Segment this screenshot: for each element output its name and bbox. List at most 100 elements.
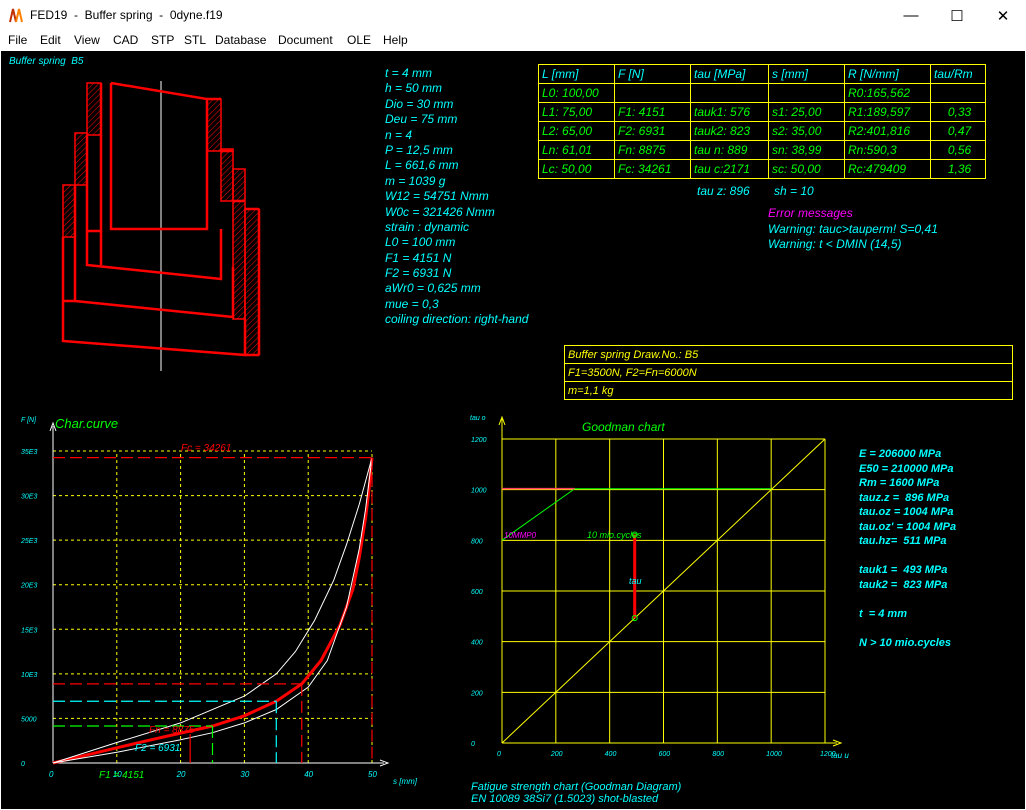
menu-bar: File Edit View CAD STP STL Database Docu… [0, 31, 1026, 51]
table-cell: Lc: 50,00 [538, 159, 615, 179]
tau-point-label: tau [629, 576, 642, 586]
y-tick-label: 1000 [471, 488, 487, 495]
mat-rm: Rm = 1600 MPa [859, 477, 940, 489]
table-cell: 1,36 [930, 159, 986, 179]
drawing-info-box: Buffer spring Draw.No.: B5 F1=3500N, F2=… [564, 345, 1013, 400]
spring-disc [232, 168, 246, 320]
menu-file[interactable]: File [8, 33, 27, 47]
maximize-button[interactable]: ☐ [934, 0, 980, 31]
mat-cycles: N > 10 mio.cycles [859, 636, 952, 649]
menu-view[interactable]: View [74, 33, 100, 47]
menu-document[interactable]: Document [278, 33, 333, 47]
header-cell: tau/Rm [930, 64, 986, 84]
table-cell [768, 83, 845, 103]
x-tick-label: 600 [659, 751, 671, 758]
table-cell: L0: 100,00 [538, 83, 615, 103]
material-list: E = 206000 MPa E50 = 210000 MPa Rm = 160… [859, 447, 956, 650]
header-cell: R [N/mm] [844, 64, 931, 84]
y-tick-label: 25E3 [20, 538, 37, 545]
header-cell: s [mm] [768, 64, 845, 84]
close-button[interactable]: ✕ [980, 0, 1026, 31]
curve-series [52, 457, 373, 764]
results-table: L [mm] F [N] tau [MPa] s [mm] R [N/mm] t… [538, 64, 986, 179]
mat-tauoz2: tau.oz' = 1004 MPa [859, 520, 957, 533]
mat-tauoz: tau.oz = 1004 MPa [859, 506, 954, 518]
drawing-forces: F1=3500N, F2=Fn=6000N [564, 363, 1013, 382]
spring-disc [74, 132, 88, 186]
x-tick-label: 200 [550, 751, 563, 758]
x-tick-label: 0 [49, 770, 54, 779]
y-tick-label: 15E3 [21, 627, 37, 634]
table-cell: R2:401,816 [844, 121, 931, 141]
param-w0c: W0c = 321426 Nmm [385, 204, 495, 219]
param-m: m = 1039 g [385, 173, 446, 188]
table-cell: Fc: 34261 [614, 159, 691, 179]
curve-series [52, 457, 373, 764]
parameter-list: t = 4 mm h = 50 mm Dio = 30 mm Deu = 75 … [385, 66, 528, 328]
y-tick-label: 400 [471, 640, 483, 647]
mat-e: E = 206000 MPa [859, 448, 942, 460]
characteristic-curve-chart: 0 10 20 30 40 500500010E315E320E325E330E335E3… [20, 416, 418, 786]
menu-help[interactable]: Help [383, 33, 408, 47]
table-row: m=1,1 kg [564, 381, 1013, 400]
table-cell: F1: 4151 [614, 102, 691, 122]
fn-label: Fn = 8875 [149, 725, 195, 736]
y-tick-label: 0 [471, 741, 475, 748]
y-tick-label: 5000 [21, 716, 37, 723]
table-cell: 0,56 [930, 140, 986, 160]
error-line: Warning: t < DMIN (14,5) [768, 237, 902, 251]
table-cell: R1:189,597 [844, 102, 931, 122]
y-tick-label: 10E3 [21, 672, 37, 679]
table-cell: tauk2: 823 [690, 121, 769, 141]
y-tick-label: 800 [471, 538, 483, 545]
minimize-button[interactable]: — [888, 0, 934, 31]
limit-label: 10MMP0 [504, 531, 537, 540]
spring-cross-section [61, 81, 261, 371]
menu-stp[interactable]: STP [151, 33, 174, 47]
maximize-icon: ☐ [950, 7, 964, 25]
table-row: L0: 100,00 R0:165,562 [538, 83, 986, 103]
table-cell: Ln: 61,01 [538, 140, 615, 160]
y-tick-label: 30E3 [21, 494, 37, 501]
table-cell: L2: 65,00 [538, 121, 615, 141]
goodman-x-unit: tau u [MPa] [831, 751, 851, 760]
menu-database[interactable]: Database [215, 33, 266, 47]
menu-edit[interactable]: Edit [40, 33, 61, 47]
x-tick-label: 20 [176, 770, 186, 779]
mat-tauk2: tauk2 = 823 MPa [859, 578, 948, 591]
cycles-label: 10 mio.cycles [587, 530, 642, 540]
mat-spacer [859, 549, 956, 564]
x-tick-label: 1000 [766, 751, 782, 758]
spring-disc [220, 148, 234, 202]
spring-disc [62, 184, 76, 238]
footer-line-1: Fatigue strength chart (Goodman Diagram) [471, 781, 682, 793]
param-f1: F1 = 4151 N [385, 250, 452, 265]
tau-z-value: tau z: 896 [697, 184, 750, 198]
table-cell: L1: 75,00 [538, 102, 615, 122]
table-cell: s2: 35,00 [768, 121, 845, 141]
drawing-canvas[interactable]: Buffer spring B5 t = 4 mm h = 50 mm Dio … [1, 51, 1025, 809]
header-cell: tau [MPa] [690, 64, 769, 84]
mat-tauzz: tauz.z = 896 MPa [859, 491, 950, 504]
goodman-chart: 0 200 400 600 800 1000 12000200400600800100012… [470, 415, 851, 760]
table-cell: R0:165,562 [844, 83, 931, 103]
table-row: Buffer spring Draw.No.: B5 [564, 345, 1013, 364]
x-tick-label: 50 [368, 770, 377, 779]
header-cell: F [N] [614, 64, 691, 84]
x-tick-label: 30 [240, 770, 249, 779]
y-tick-label: 20E3 [20, 583, 37, 590]
minimize-icon: — [903, 7, 919, 24]
menu-stl[interactable]: STL [184, 33, 206, 47]
header-cell: L [mm] [538, 64, 615, 84]
char-curve-title: Char.curve [55, 416, 118, 431]
table-cell [614, 83, 691, 103]
spring-disc [86, 82, 102, 136]
menu-ole[interactable]: OLE [347, 33, 371, 47]
param-n: n = 4 [385, 127, 413, 142]
param-w12: W12 = 54751 Nmm [385, 189, 489, 204]
menu-cad[interactable]: CAD [113, 33, 138, 47]
table-header-row: L [mm] F [N] tau [MPa] s [mm] R [N/mm] t… [538, 64, 986, 84]
footer-line-2: EN 10089 38Si7 (1.5023) shot-blasted [471, 793, 659, 805]
drawing-title: Buffer spring Draw.No.: B5 [564, 345, 1013, 364]
spring-disc [244, 208, 260, 356]
